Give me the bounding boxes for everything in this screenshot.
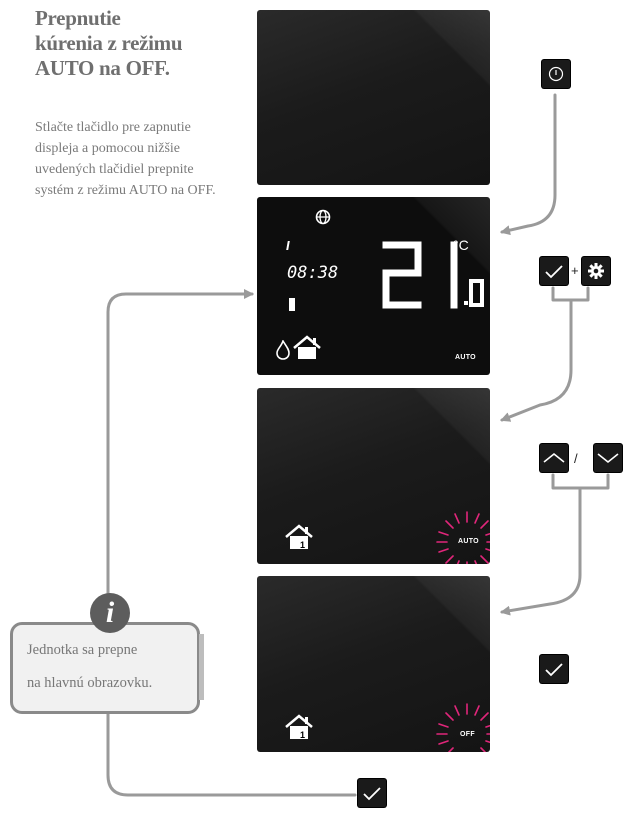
slash-separator: / <box>574 451 578 466</box>
return-confirm-button[interactable] <box>358 779 386 807</box>
flash-rays <box>436 703 490 752</box>
power-button[interactable] <box>542 60 570 88</box>
unit-label: °C <box>453 237 469 253</box>
display-screen-main: 08:38 21 °C AUTO <box>257 197 490 375</box>
signal-bar <box>286 241 290 250</box>
mode-label: OFF <box>460 731 475 738</box>
clock-display: 08:38 <box>287 263 339 283</box>
mode-label: AUTO <box>458 538 479 545</box>
bracket-step3 <box>551 473 610 490</box>
info-line: Jednotka sa prepne <box>27 642 138 658</box>
temperature-display: 21 <box>372 237 484 309</box>
display-screen-off <box>257 10 490 185</box>
mode-label: AUTO <box>455 354 476 361</box>
check-icon <box>545 663 563 677</box>
temperature-value: 21 <box>372 237 388 241</box>
arrow-step3-to-screen4 <box>500 486 582 616</box>
home-1-icon: 1 <box>285 524 313 550</box>
arrow-step2-to-screen3 <box>500 298 573 422</box>
info-line: na hlavnú obrazovku. <box>27 675 153 691</box>
home-icon <box>293 335 321 359</box>
flame-icon <box>276 340 290 360</box>
display-screen-mode-auto: 1 AUTO <box>257 388 490 564</box>
check-icon <box>363 787 381 801</box>
down-button[interactable] <box>594 444 622 472</box>
gear-icon <box>588 263 604 279</box>
svg-text:1: 1 <box>300 540 305 550</box>
info-box: Jednotka sa prepne na hlavnú obrazovku. <box>10 622 200 714</box>
confirm-button[interactable] <box>540 655 568 683</box>
arrow-power-to-screen2 <box>500 93 557 236</box>
globe-icon <box>315 209 331 225</box>
chevron-up-icon <box>543 452 565 463</box>
settings-button[interactable] <box>582 257 610 285</box>
info-box-shadow <box>199 634 204 700</box>
chevron-down-icon <box>597 453 619 464</box>
info-icon: i <box>90 593 130 633</box>
plus-separator: + <box>571 263 579 278</box>
check-icon <box>545 265 563 279</box>
svg-text:1: 1 <box>300 730 305 740</box>
home-1-icon: 1 <box>285 714 313 740</box>
battery-icon <box>289 298 295 311</box>
arrow-return-up <box>106 289 254 595</box>
power-icon <box>548 66 564 82</box>
bracket-step2 <box>551 286 590 302</box>
confirm-button[interactable] <box>540 257 568 285</box>
display-screen-mode-off: 1 OFF <box>257 576 490 752</box>
up-button[interactable] <box>540 444 568 472</box>
flash-rays <box>436 511 490 564</box>
